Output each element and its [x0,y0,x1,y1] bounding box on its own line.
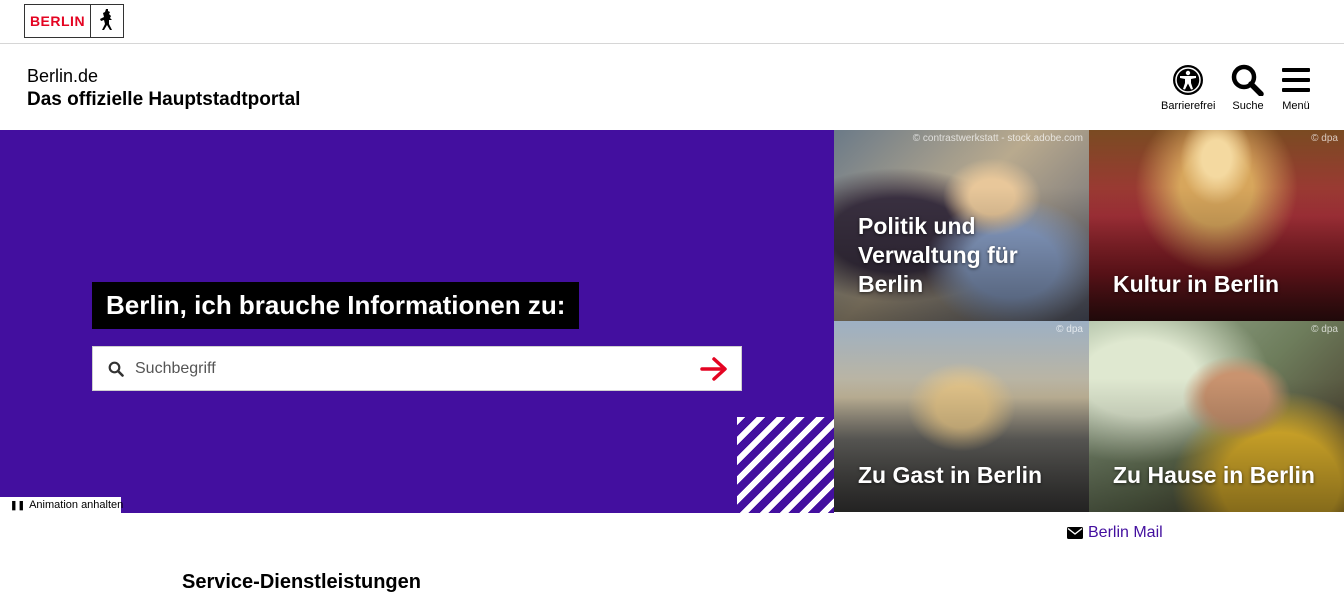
accessibility-label: Barrierefrei [1161,100,1216,112]
animation-pause-label: Animation anhalten [29,499,124,511]
hero-search-box [92,346,742,391]
hamburger-menu-icon [1282,68,1310,92]
tile-kultur[interactable]: © dpa Kultur in Berlin [1089,130,1344,321]
berlin-mail-link[interactable]: Berlin Mail [1067,524,1163,542]
tile-title: Kultur in Berlin [1113,271,1280,297]
decorative-stripes [737,417,834,513]
site-name[interactable]: Berlin.de [27,65,98,87]
tile-zu-gast[interactable]: © dpa Zu Gast in Berlin [834,321,1089,512]
image-credit: © dpa [1311,324,1338,335]
bear-icon [91,5,123,37]
berlin-logo[interactable]: BERLIN [24,4,124,38]
search-submit-button[interactable] [687,347,741,390]
image-credit: © contrastwerkstatt - stock.adobe.com [912,133,1083,144]
tile-zu-hause[interactable]: © dpa Zu Hause in Berlin [1089,321,1344,512]
tile-title: Zu Hause in Berlin [1113,462,1315,488]
search-icon [1231,64,1264,96]
animation-pause-button[interactable]: ❚❚ Animation anhalten [0,497,124,513]
image-credit: © dpa [1056,324,1083,335]
accessibility-button[interactable]: Barrierefrei [1161,64,1215,112]
site-subtitle[interactable]: Das offizielle Hauptstadtportal [27,89,300,111]
tile-title: Zu Gast in Berlin [858,462,1043,488]
site-header: Berlin.de Das offizielle Hauptstadtporta… [0,44,1344,130]
hero-search-panel: Berlin, ich brauche Informationen zu: [0,130,834,513]
berlin-mail-label: Berlin Mail [1088,524,1163,541]
service-heading: Service-Dienstleistungen [182,571,421,593]
search-button[interactable]: Suche [1231,64,1265,112]
top-logo-bar: BERLIN [0,0,1344,44]
menu-button[interactable]: Menü [1281,64,1311,112]
menu-label: Menü [1282,100,1310,112]
accessibility-icon [1173,65,1204,95]
pause-icon: ❚❚ [10,500,26,510]
tile-politik-verwaltung[interactable]: © contrastwerkstatt - stock.adobe.com Po… [834,130,1089,321]
arrow-right-icon [700,356,727,381]
hero-question: Berlin, ich brauche Informationen zu: [92,282,580,329]
logo-text: BERLIN [25,5,91,37]
image-credit: © dpa [1311,133,1338,144]
search-input[interactable] [133,348,687,389]
search-label: Suche [1232,100,1264,112]
envelope-icon [1067,527,1083,539]
tile-title: Politik und Verwaltung für Berlin [858,213,1018,297]
search-field-icon [93,361,133,377]
